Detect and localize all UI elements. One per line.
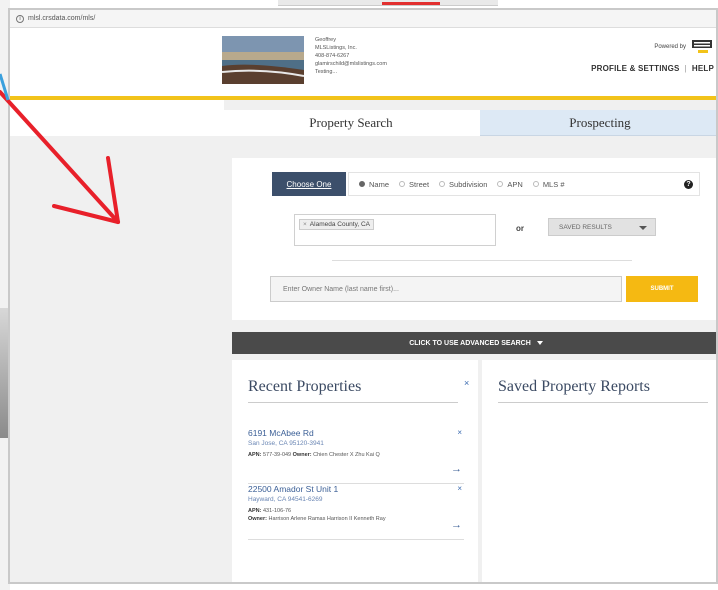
- divider: [332, 260, 632, 261]
- radio-dot: [439, 181, 446, 187]
- agent-phone: 408-874-6267: [315, 53, 350, 59]
- property-city: San Jose, CA 95120-3941: [248, 440, 324, 447]
- chevron-down-icon: [536, 341, 543, 345]
- title-rule: [498, 402, 708, 403]
- radio-name[interactable]: Name: [359, 180, 389, 189]
- agent-email: glamirschild@mlslistings.com: [315, 61, 387, 67]
- saved-reports-panel: Saved Property Reports: [482, 360, 716, 582]
- owner-name-input[interactable]: Enter Owner Name (last name first)...: [270, 276, 622, 302]
- apn-value: 431-106-76: [262, 508, 292, 514]
- remove-item-icon[interactable]: ×: [457, 484, 462, 493]
- choose-one-button[interactable]: Choose One: [272, 172, 346, 196]
- saved-results-select[interactable]: SAVED RESULTS: [548, 218, 656, 236]
- agent-note: Testing...: [315, 69, 338, 75]
- nav-separator: |: [684, 64, 687, 73]
- apn-value: 577-39-049: [262, 452, 292, 458]
- powered-by-text: Powered by: [654, 44, 686, 50]
- page-header: Geoffrey MLSListings, Inc. 408-874-6267 …: [10, 28, 716, 96]
- saved-reports-title: Saved Property Reports: [498, 378, 650, 395]
- address-bar[interactable]: i mlsl.crsdata.com/mls/: [10, 10, 716, 28]
- title-rule: [248, 402, 458, 403]
- close-icon[interactable]: ×: [464, 378, 469, 388]
- owner-label: Owner:: [292, 452, 312, 458]
- list-item[interactable]: 22500 Amador St Unit 1 Hayward, CA 94541…: [248, 484, 464, 540]
- help-icon[interactable]: ?: [684, 180, 693, 189]
- saved-results-label: SAVED RESULTS: [559, 223, 612, 231]
- radio-apn[interactable]: APN: [497, 179, 523, 189]
- radio-label: Name: [369, 179, 390, 189]
- apn-label: APN:: [248, 508, 262, 514]
- info-icon: i: [16, 14, 24, 23]
- county-tag-label: Alameda County, CA: [309, 221, 371, 228]
- owner-value: Chien Chester X Zhu Kai Q: [313, 452, 380, 458]
- remove-item-icon[interactable]: ×: [457, 428, 462, 437]
- radio-dot: [359, 181, 365, 187]
- arrow-right-icon[interactable]: →: [451, 519, 462, 531]
- url-text: mlsl.crsdata.com/mls/: [28, 15, 96, 22]
- profile-settings-link[interactable]: PROFILE & SETTINGS: [591, 64, 680, 73]
- arrow-right-icon[interactable]: →: [451, 463, 462, 475]
- advanced-search-label: CLICK TO USE ADVANCED SEARCH: [409, 339, 531, 347]
- agent-photo: [222, 36, 304, 84]
- header-nav: PROFILE & SETTINGS | HELP: [591, 64, 714, 73]
- agent-name: Geoffrey: [315, 37, 336, 43]
- apn-label: APN:: [248, 452, 262, 458]
- recent-properties-title: Recent Properties: [248, 378, 362, 395]
- radio-label: APN: [507, 179, 523, 189]
- remove-tag-icon[interactable]: ×: [303, 221, 307, 228]
- crs-logo-icon: [690, 38, 714, 56]
- search-panel: Choose One Name Street Subdivision APN M…: [232, 158, 716, 320]
- background-window-peek: [278, 0, 498, 6]
- search-type-options: Name Street Subdivision APN MLS # ?: [348, 172, 700, 196]
- agent-company: MLSListings, Inc.: [315, 45, 357, 51]
- or-label: or: [516, 224, 524, 233]
- owner-label: Owner:: [248, 516, 267, 522]
- owner-value: Harrison Arlene Ramas Harrison II Kennet…: [268, 516, 386, 522]
- radio-mls[interactable]: MLS #: [532, 179, 565, 189]
- agent-info: Geoffrey MLSListings, Inc. 408-874-6267 …: [315, 36, 387, 76]
- radio-street[interactable]: Street: [399, 180, 429, 189]
- tab-property-search[interactable]: Property Search: [222, 110, 480, 136]
- list-item[interactable]: 6191 McAbee Rd San Jose, CA 95120-3941 A…: [248, 428, 464, 484]
- county-tag: × Alameda County, CA: [299, 219, 375, 230]
- radio-label: MLS #: [542, 179, 565, 189]
- tab-prospecting[interactable]: Prospecting: [480, 110, 716, 136]
- background-red-mark: [382, 2, 440, 5]
- recent-properties-panel: Recent Properties × 6191 McAbee Rd San J…: [232, 360, 478, 582]
- submit-button[interactable]: SUBMIT: [626, 276, 698, 302]
- property-city: Hayward, CA 94541-6269: [248, 496, 323, 503]
- radio-dot: [532, 181, 539, 187]
- property-meta: APN: 577-39-049 Owner: Chien Chester X Z…: [248, 451, 464, 459]
- radio-dot: [497, 181, 504, 187]
- property-meta: APN: 431-106-76 Owner: Harrison Arlene R…: [248, 507, 464, 523]
- radio-subdivision[interactable]: Subdivision: [439, 180, 487, 189]
- screenshot-window: i mlsl.crsdata.com/mls/ Geoffrey MLSList…: [8, 8, 718, 584]
- radio-dot: [399, 181, 406, 187]
- advanced-search-toggle[interactable]: CLICK TO USE ADVANCED SEARCH: [232, 332, 716, 354]
- property-address[interactable]: 22500 Amador St Unit 1: [248, 484, 464, 494]
- radio-label: Subdivision: [449, 179, 488, 189]
- chevron-down-icon: [639, 226, 647, 230]
- radio-label: Street: [409, 179, 430, 189]
- county-input[interactable]: × Alameda County, CA: [294, 214, 496, 246]
- help-link[interactable]: HELP: [692, 64, 714, 73]
- property-address[interactable]: 6191 McAbee Rd: [248, 428, 464, 438]
- left-blank-area: [10, 100, 224, 136]
